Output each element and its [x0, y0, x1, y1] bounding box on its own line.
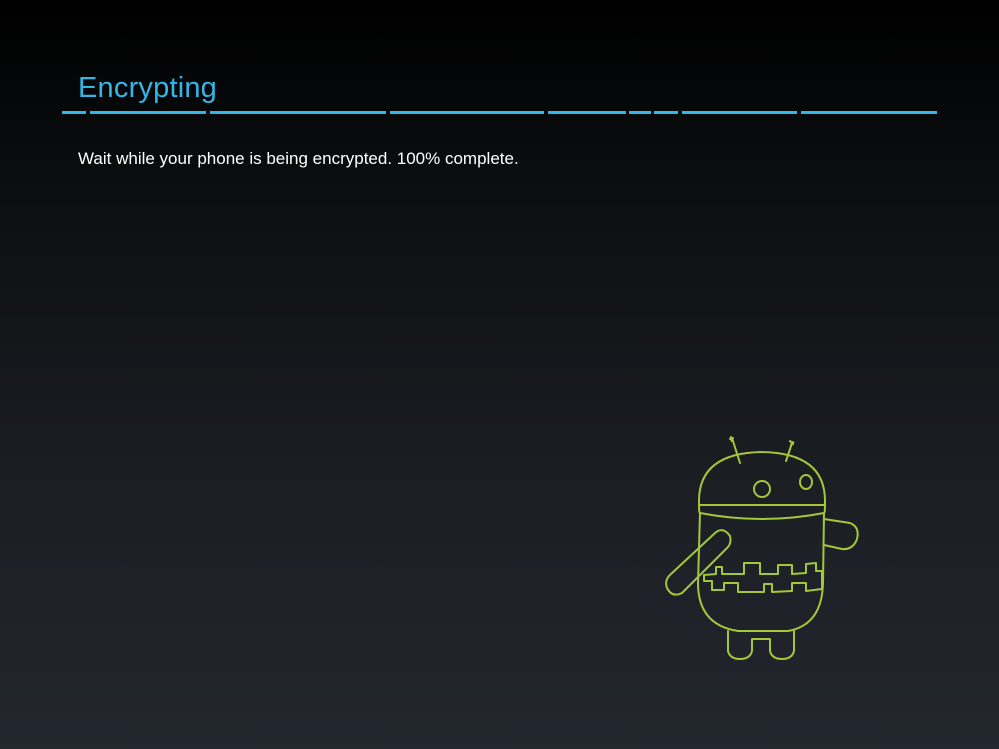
- divider-segment: [629, 111, 651, 114]
- divider-segment: [801, 111, 937, 114]
- android-robot-icon: [665, 436, 859, 660]
- divider-segment: [548, 111, 626, 114]
- divider-segment: [62, 111, 86, 114]
- title-divider: [62, 111, 937, 114]
- encryption-status-text: Wait while your phone is being encrypted…: [78, 149, 519, 168]
- page-title: Encrypting: [78, 72, 218, 104]
- divider-segment: [654, 111, 678, 114]
- divider-segment: [682, 111, 797, 114]
- divider-segment: [390, 111, 544, 114]
- divider-segment: [90, 111, 206, 114]
- encryption-screen: Encrypting Wait while your phone is bein…: [0, 0, 999, 749]
- divider-segment: [210, 111, 386, 114]
